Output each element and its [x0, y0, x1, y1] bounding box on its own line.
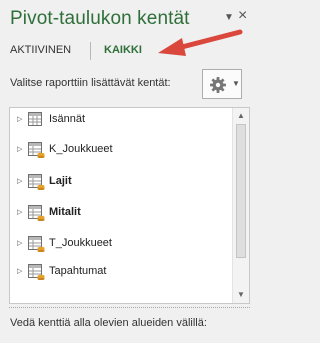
field-label: Isännät — [49, 113, 86, 125]
field-row-lajit[interactable]: ▷ Lajit — [10, 170, 232, 194]
red-arrow-icon — [158, 29, 243, 56]
field-list: ▷ Isännät ▷ K_Joukkueet ▷ Lajit ▷ Mitali… — [9, 107, 250, 304]
vertical-scrollbar[interactable]: ▲ ▼ — [232, 108, 249, 303]
tools-button[interactable]: ▼ — [202, 69, 242, 99]
dropdown-arrow-icon: ▼ — [232, 79, 240, 88]
field-row-t-joukkueet[interactable]: ▷ T_Joukkueet — [10, 232, 232, 256]
close-icon[interactable]: × — [238, 7, 247, 25]
field-label: K_Joukkueet — [49, 143, 113, 155]
field-label: Lajit — [49, 175, 72, 187]
field-row-tapahtumat[interactable]: ▷ Tapahtumat — [10, 260, 232, 284]
field-label: Tapahtumat — [49, 265, 107, 277]
field-row-k-joukkueet[interactable]: ▷ K_Joukkueet — [10, 138, 232, 162]
expand-icon[interactable]: ▷ — [17, 208, 22, 216]
scroll-up-icon[interactable]: ▲ — [237, 111, 245, 120]
field-label: Mitalit — [49, 206, 81, 218]
table-icon — [28, 264, 45, 280]
title-dropdown-icon[interactable]: ▼ — [224, 12, 234, 23]
tab-active[interactable]: AKTIIVINEN — [10, 44, 71, 56]
expand-icon[interactable]: ▷ — [17, 239, 22, 247]
tab-separator — [90, 42, 91, 60]
scroll-thumb[interactable] — [236, 124, 246, 258]
table-icon — [28, 142, 45, 158]
table-icon — [28, 112, 42, 126]
table-icon — [28, 236, 45, 252]
field-label: T_Joukkueet — [49, 237, 112, 249]
table-icon — [28, 174, 45, 190]
tab-all[interactable]: KAIKKI — [104, 44, 142, 56]
expand-icon[interactable]: ▷ — [17, 267, 22, 275]
splitter-divider[interactable] — [9, 307, 250, 308]
scroll-down-icon[interactable]: ▼ — [237, 290, 245, 299]
expand-icon[interactable]: ▷ — [17, 177, 22, 185]
expand-icon[interactable]: ▷ — [17, 115, 22, 123]
pivot-field-list-pane: Pivot-taulukon kentät ▼ × AKTIIVINEN KAI… — [0, 0, 260, 343]
table-icon — [28, 205, 45, 221]
areas-label: Vedä kenttiä alla olevien alueiden välil… — [10, 317, 207, 329]
expand-icon[interactable]: ▷ — [17, 145, 22, 153]
field-row-mitalit[interactable]: ▷ Mitalit — [10, 201, 232, 225]
field-row-isannat[interactable]: ▷ Isännät — [10, 108, 232, 132]
gear-icon — [210, 77, 226, 93]
instructions-label: Valitse raporttiin lisättävät kentät: — [10, 77, 171, 89]
